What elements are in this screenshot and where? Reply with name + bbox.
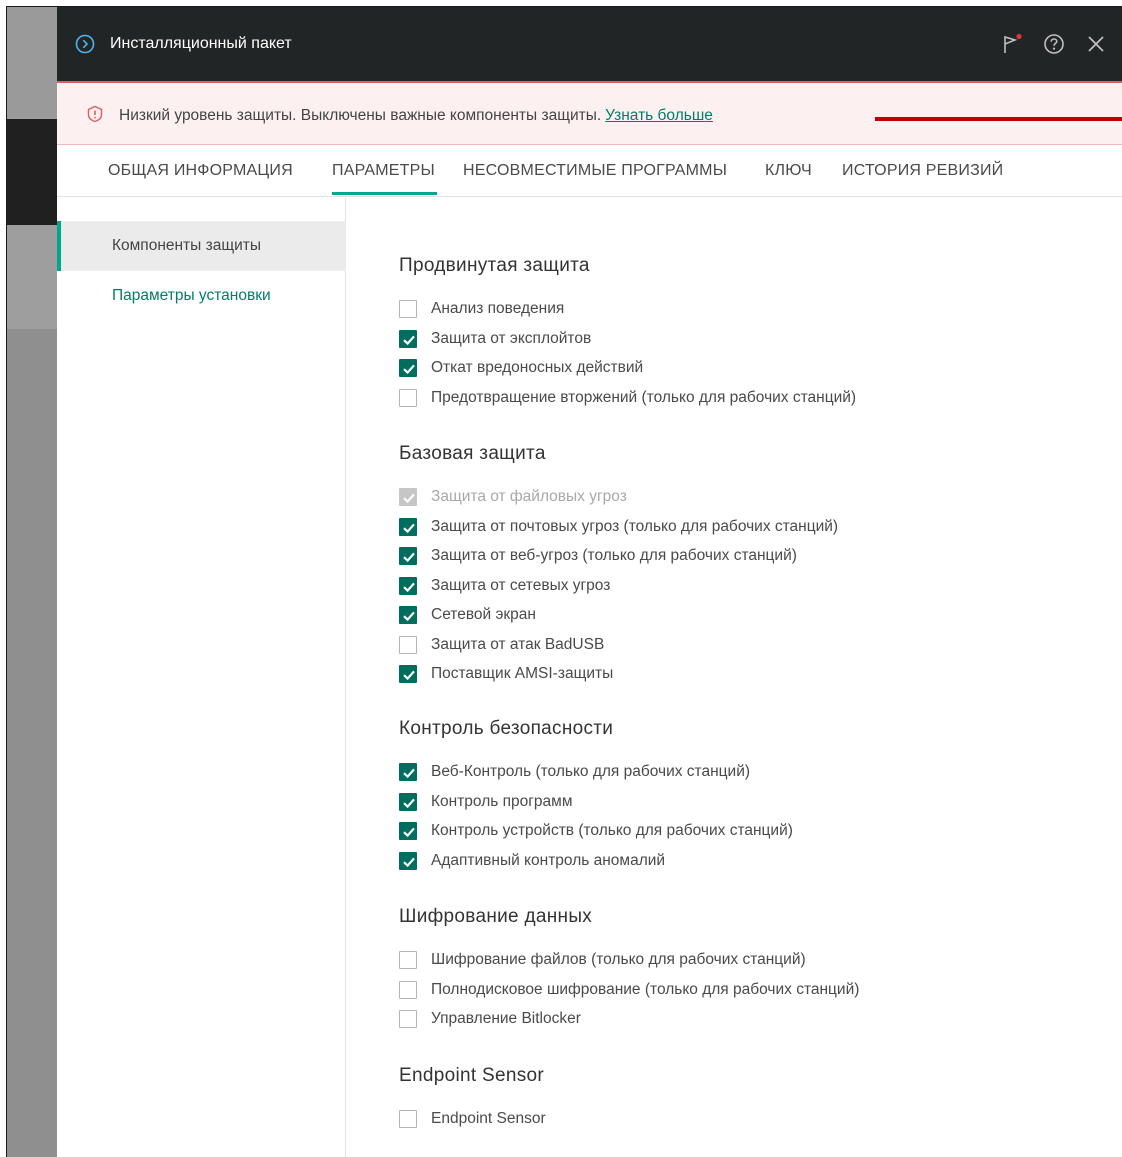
checkmark-icon xyxy=(403,768,415,779)
checkbox-label: Защита от эксплойтов xyxy=(431,330,592,347)
checkbox-label: Анализ поведения xyxy=(431,300,565,317)
checkmark-icon xyxy=(403,670,415,681)
checkbox[interactable] xyxy=(399,300,417,318)
checkbox-label: Контроль устройств (только для рабочих с… xyxy=(431,822,793,839)
checkbox-label: Веб-Контроль (только для рабочих станций… xyxy=(431,763,751,780)
checkbox[interactable] xyxy=(399,1110,417,1128)
checkbox-label: Поставщик AMSI-защиты xyxy=(431,665,614,682)
tab-revision-history[interactable]: ИСТОРИЯ РЕВИЗИЙ xyxy=(842,162,1003,180)
section-title: Endpoint Sensor xyxy=(399,1065,544,1086)
checkbox[interactable] xyxy=(399,359,417,377)
checkbox[interactable] xyxy=(399,665,417,683)
checkbox-label: Защита от файловых угроз xyxy=(431,488,627,505)
tab-incompatible-programs[interactable]: НЕСОВМЕСТИМЫЕ ПРОГРАММЫ xyxy=(463,162,727,180)
learn-more-link[interactable]: Узнать больше xyxy=(605,107,713,124)
checkmark-icon xyxy=(403,798,415,809)
checkbox[interactable] xyxy=(399,763,417,781)
active-tab-indicator xyxy=(332,192,437,195)
alert-text: Низкий уровень защиты. Выключены важные … xyxy=(119,107,602,124)
checkbox-label: Управление Bitlocker xyxy=(431,1010,581,1027)
section-title: Продвинутая защита xyxy=(399,255,590,276)
installation-package-dialog: Инсталляционный пакет Низкий уровень защ… xyxy=(57,7,1122,1157)
checkbox[interactable] xyxy=(399,636,417,654)
checkbox[interactable] xyxy=(399,981,417,999)
help-icon[interactable] xyxy=(1043,33,1065,55)
checkbox xyxy=(399,488,417,506)
checkmark-icon xyxy=(403,364,415,375)
background-window-strip xyxy=(7,7,57,1157)
protection-components-panel: Продвинутая защита Анализ поведения Защита… xyxy=(347,198,1122,1157)
chevron-circle-icon[interactable] xyxy=(75,34,95,54)
section-title: Базовая защита xyxy=(399,443,546,464)
tab-parameters[interactable]: ПАРАМЕТРЫ xyxy=(332,162,435,180)
dialog-title: Инсталляционный пакет xyxy=(110,35,292,52)
sidebar-item-protection-components[interactable]: Компоненты защиты xyxy=(57,221,346,271)
tab-general-info[interactable]: ОБЩАЯ ИНФОРМАЦИЯ xyxy=(108,162,293,180)
sidebar-item-install-params[interactable]: Параметры установки xyxy=(57,271,346,321)
alert-message: Низкий уровень защиты. Выключены важные … xyxy=(119,107,713,125)
checkbox-label: Контроль программ xyxy=(431,793,573,810)
checkmark-icon xyxy=(403,582,415,593)
checkbox[interactable] xyxy=(399,330,417,348)
checkbox-label: Адаптивный контроль аномалий xyxy=(431,852,666,869)
checkbox-label: Endpoint Sensor xyxy=(431,1110,546,1127)
checkmark-icon xyxy=(403,552,415,563)
section-title: Шифрование данных xyxy=(399,906,593,927)
warning-icon xyxy=(86,105,104,123)
checkbox[interactable] xyxy=(399,793,417,811)
checkbox-label: Откат вредоносных действий xyxy=(431,359,644,376)
checkbox-label: Защита от атак BadUSB xyxy=(431,636,605,653)
checkbox-label: Защита от почтовых угроз (только для раб… xyxy=(431,518,839,535)
checkbox-label: Шифрование файлов (только для рабочих ст… xyxy=(431,951,806,968)
checkbox-label: Полнодисковое шифрование (только для раб… xyxy=(431,981,860,998)
checkmark-icon xyxy=(403,523,415,534)
checkbox[interactable] xyxy=(399,822,417,840)
flag-notification-icon[interactable] xyxy=(1001,33,1023,55)
checkbox[interactable] xyxy=(399,518,417,536)
tab-key[interactable]: КЛЮЧ xyxy=(765,162,812,180)
protection-warning-banner: Низкий уровень защиты. Выключены важные … xyxy=(57,81,1122,145)
section-title: Контроль безопасности xyxy=(399,718,614,739)
checkmark-icon xyxy=(403,611,415,622)
tab-bar: ОБЩАЯ ИНФОРМАЦИЯ ПАРАМЕТРЫ НЕСОВМЕСТИМЫЕ… xyxy=(57,145,1122,197)
checkbox-label: Защита от сетевых угроз xyxy=(431,577,611,594)
dialog-titlebar: Инсталляционный пакет xyxy=(57,7,1122,81)
checkmark-icon xyxy=(403,857,415,868)
checkbox[interactable] xyxy=(399,951,417,969)
checkbox-label: Защита от веб-угроз (только для рабочих … xyxy=(431,547,797,564)
checkmark-icon xyxy=(403,335,415,346)
checkbox[interactable] xyxy=(399,547,417,565)
checkbox-label: Сетевой экран xyxy=(431,606,536,623)
alert-accent-bar xyxy=(875,117,1122,121)
checkbox[interactable] xyxy=(399,852,417,870)
checkmark-icon xyxy=(403,827,415,838)
checkbox[interactable] xyxy=(399,1010,417,1028)
checkmark-icon xyxy=(403,493,415,504)
checkbox-label: Предотвращение вторжений (только для раб… xyxy=(431,389,857,406)
checkbox[interactable] xyxy=(399,389,417,407)
checkbox[interactable] xyxy=(399,577,417,595)
sidebar: Компоненты защиты Параметры установки xyxy=(57,198,346,1157)
close-icon[interactable] xyxy=(1085,33,1107,55)
checkbox[interactable] xyxy=(399,606,417,624)
